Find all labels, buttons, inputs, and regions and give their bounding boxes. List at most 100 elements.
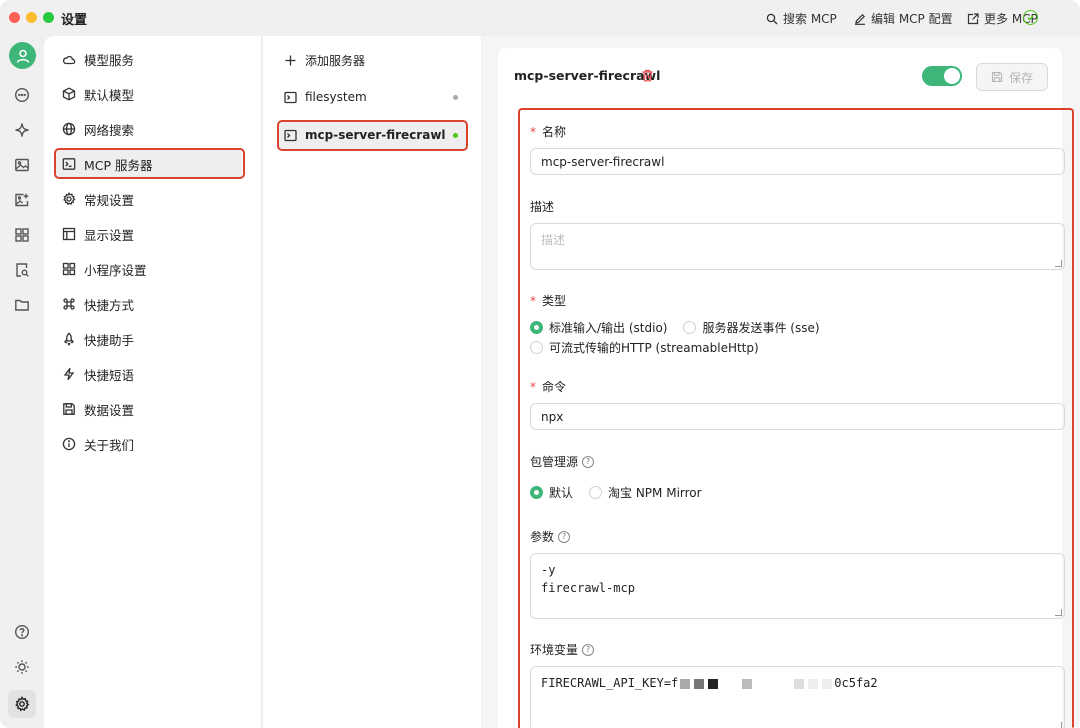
settings-gear-icon[interactable] (8, 690, 36, 718)
description-label-text: 描述 (530, 200, 555, 214)
nav-item-label: 默认模型 (84, 87, 135, 103)
type-option-sse[interactable]: 服务器发送事件 (sse) (683, 319, 820, 336)
image-icon[interactable] (11, 154, 33, 176)
package-option-default[interactable]: 默认 (530, 484, 573, 501)
nav-item-data-settings[interactable]: 数据设置 (54, 394, 242, 424)
folder-icon[interactable] (11, 294, 33, 316)
globe-icon (62, 122, 76, 136)
server-item-firecrawl[interactable]: mcp-server-firecrawl (278, 120, 468, 150)
redacted-value (678, 676, 834, 690)
help-icon[interactable]: ? (582, 455, 595, 468)
grid-icon (62, 262, 76, 276)
nav-item-label: 显示设置 (84, 227, 135, 243)
mcp-server-list: 添加服务器 filesystem mcp-server-firecrawl (263, 36, 481, 728)
radio-selected (530, 321, 543, 334)
radio-label: 服务器发送事件 (sse) (702, 321, 820, 335)
delete-icon[interactable] (641, 69, 654, 82)
nav-item-default-model[interactable]: 默认模型 (54, 79, 242, 109)
nav-item-label: MCP 服务器 (84, 157, 153, 173)
help-icon[interactable]: ? (582, 643, 595, 656)
package-source-label-text: 包管理源 (530, 455, 579, 469)
external-link-icon (967, 12, 979, 24)
maximize-window-button[interactable] (43, 12, 54, 23)
nav-item-label: 关于我们 (84, 437, 135, 453)
chat-icon[interactable] (11, 84, 33, 106)
save-button[interactable]: 保存 (976, 63, 1048, 91)
save-icon (63, 403, 75, 415)
package-source-radio-group: 默认 淘宝 NPM Mirror (530, 484, 702, 501)
minimize-window-button[interactable] (26, 12, 37, 23)
close-window-button[interactable] (9, 12, 20, 23)
description-field-label: 描述 (530, 198, 554, 215)
sparkle-icon[interactable] (11, 119, 33, 141)
edit-mcp-config-button[interactable]: 编辑 MCP 配置 (854, 10, 953, 27)
nav-item-about[interactable]: 关于我们 (54, 429, 242, 459)
nav-item-label: 快捷助手 (84, 332, 135, 348)
nav-item-mcp-servers[interactable]: MCP 服务器 (54, 149, 242, 179)
search-icon (766, 13, 778, 24)
type-option-stdio[interactable]: 标准输入/输出 (stdio) (530, 319, 667, 336)
resize-handle[interactable] (1055, 260, 1062, 267)
apps-grid-icon[interactable] (11, 224, 33, 246)
command-input[interactable]: npx (530, 403, 1065, 430)
name-label-text: 名称 (542, 125, 567, 139)
env-textarea[interactable]: FIRECRAWL_API_KEY=f 0c5fa2 (530, 666, 1065, 728)
args-textarea[interactable]: -y firecrawl-mcp (530, 553, 1065, 619)
nav-item-label: 常规设置 (84, 192, 135, 208)
resize-handle[interactable] (1055, 609, 1062, 616)
save-icon (991, 71, 1003, 83)
nav-item-general-settings[interactable]: 常规设置 (54, 184, 242, 214)
settings-window: 设置 搜索 MCP 编辑 MCP 配置 更多 MCP 模型服务 默认模型 网络搜… (0, 0, 1080, 728)
command-value: npx (541, 409, 564, 424)
nav-item-label: 小程序设置 (84, 262, 147, 278)
add-server-label: 添加服务器 (305, 53, 366, 68)
cube-icon (62, 87, 76, 101)
command-label-text: 命令 (542, 380, 567, 394)
search-mcp-label: 搜索 MCP (783, 12, 837, 26)
name-value: mcp-server-firecrawl (541, 154, 665, 169)
terminal-icon (284, 91, 297, 103)
pencil-icon (855, 13, 866, 25)
server-item-filesystem[interactable]: filesystem (278, 82, 468, 112)
name-input[interactable]: mcp-server-firecrawl (530, 148, 1065, 175)
sun-icon[interactable] (11, 656, 33, 678)
plus-icon (285, 55, 296, 65)
nav-item-display-settings[interactable]: 显示设置 (54, 219, 242, 249)
terminal-icon (62, 158, 76, 170)
nav-item-label: 快捷方式 (84, 297, 135, 313)
type-option-streamable-http[interactable]: 可流式传输的HTTP (streamableHttp) (530, 339, 759, 356)
nav-item-web-search[interactable]: 网络搜索 (54, 114, 242, 144)
nav-item-label: 数据设置 (84, 402, 135, 418)
nav-item-miniapp-settings[interactable]: 小程序设置 (54, 254, 242, 284)
args-field-label: 参数? (530, 528, 571, 545)
resize-handle[interactable] (1055, 722, 1062, 728)
package-option-taobao[interactable]: 淘宝 NPM Mirror (589, 484, 702, 501)
search-mcp-button[interactable]: 搜索 MCP (766, 10, 837, 27)
env-field-label: 环境变量? (530, 641, 595, 658)
nav-item-quick-phrases[interactable]: 快捷短语 (54, 359, 242, 389)
rocket-icon (64, 332, 74, 346)
user-icon (16, 49, 29, 63)
status-dot (453, 133, 458, 138)
add-server-button[interactable]: 添加服务器 (278, 45, 468, 75)
nav-item-shortcuts[interactable]: 快捷方式 (54, 289, 242, 319)
command-field-label: * 命令 (530, 379, 567, 395)
cloud-icon (62, 55, 76, 65)
help-icon[interactable]: ? (558, 530, 571, 543)
title-bar: 设置 搜索 MCP 编辑 MCP 配置 更多 MCP (0, 0, 1080, 36)
image-edit-icon[interactable] (11, 189, 33, 211)
radio-selected (530, 486, 543, 499)
args-line: firecrawl-mcp (541, 581, 635, 595)
nav-item-model-services[interactable]: 模型服务 (54, 44, 242, 74)
avatar[interactable] (9, 42, 36, 69)
check-circle-icon (1023, 10, 1038, 25)
nav-item-quick-assistant[interactable]: 快捷助手 (54, 324, 242, 354)
radio-label: 可流式传输的HTTP (streamableHttp) (549, 341, 759, 355)
window-title: 设置 (61, 13, 88, 28)
env-key-prefix: FIRECRAWL_API_KEY=f (541, 676, 679, 690)
server-title: mcp-server-firecrawl (514, 68, 661, 83)
server-enabled-toggle[interactable] (922, 66, 962, 86)
file-search-icon[interactable] (11, 259, 33, 281)
description-textarea[interactable]: 描述 (530, 223, 1065, 270)
help-icon[interactable] (11, 621, 33, 643)
